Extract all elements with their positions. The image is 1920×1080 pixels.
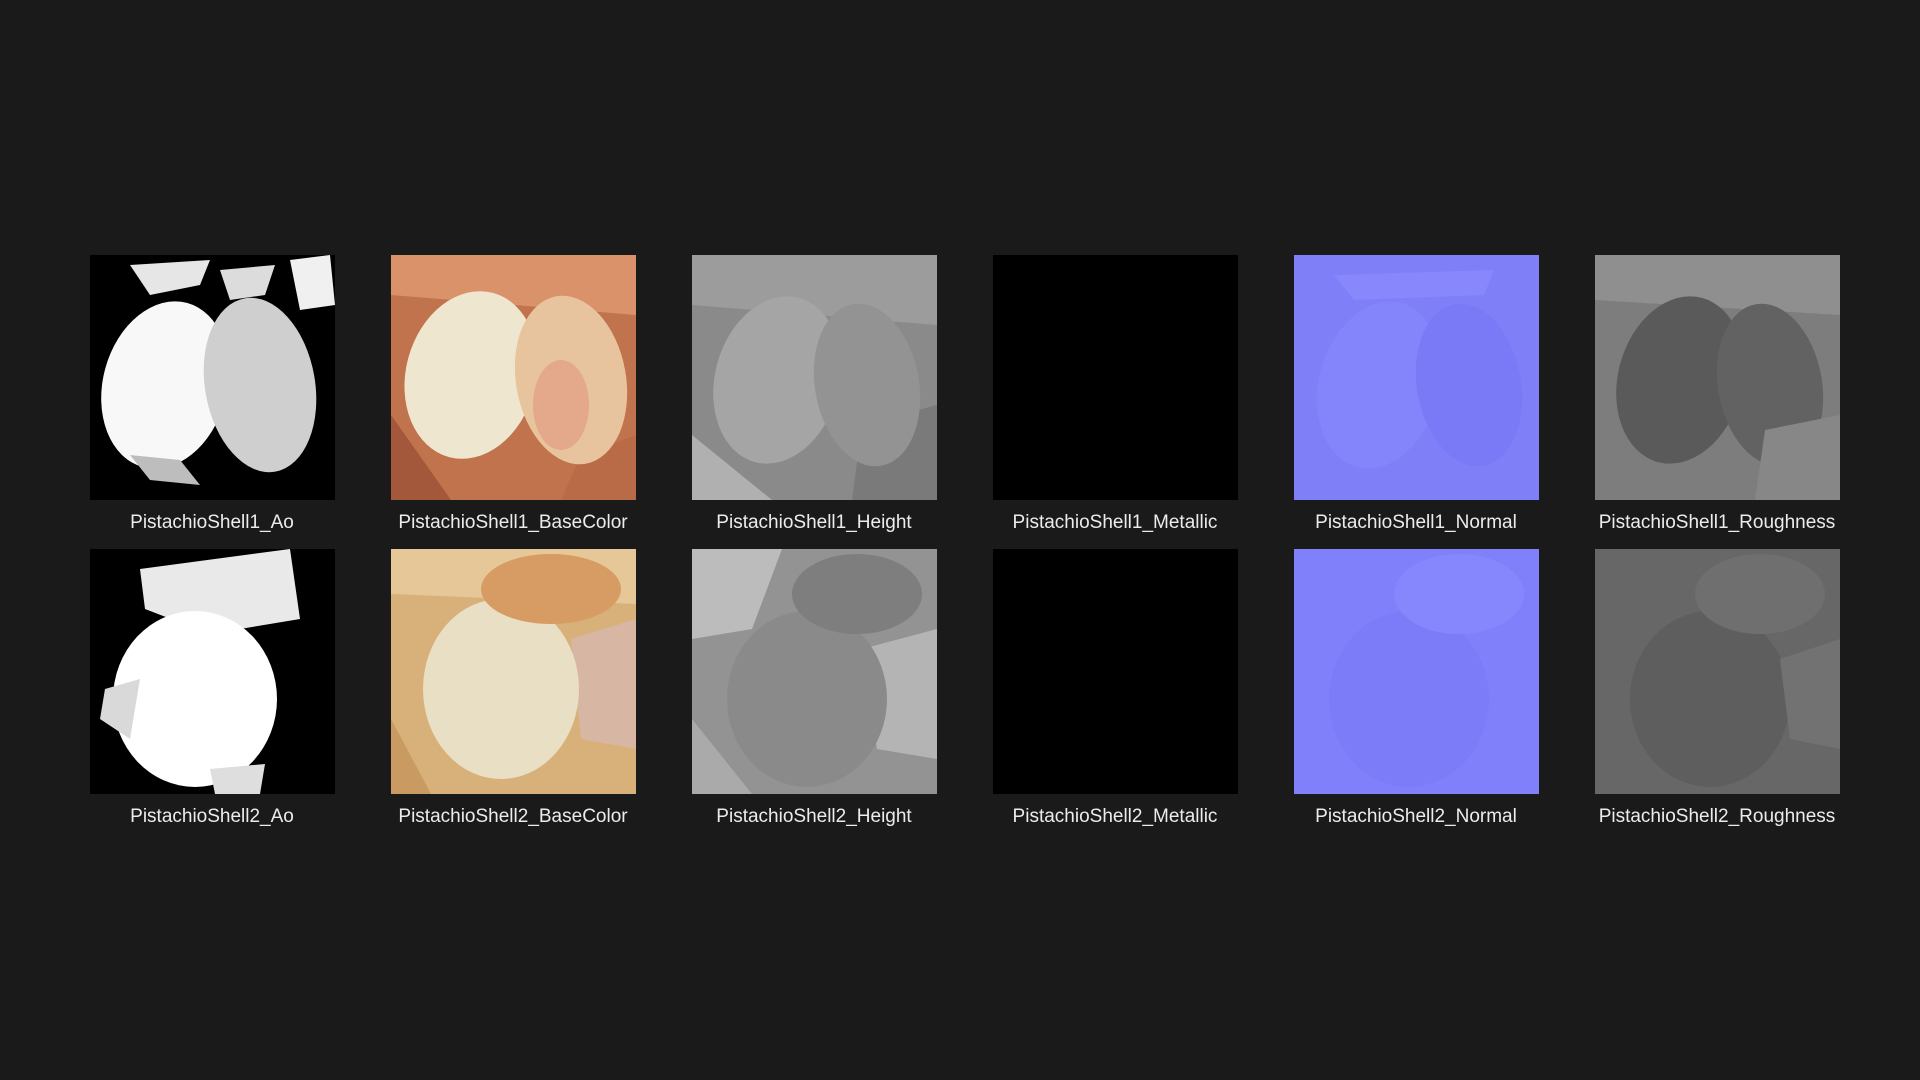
file-tile[interactable]: PistachioShell1_Ao xyxy=(82,255,342,534)
file-name: PistachioShell2_BaseColor xyxy=(398,806,628,827)
height-thumbnail xyxy=(691,255,937,500)
file-tile[interactable]: PistachioShell1_Metallic xyxy=(985,255,1245,534)
file-name: PistachioShell1_Normal xyxy=(1315,512,1517,533)
roughness-thumbnail xyxy=(1594,549,1840,794)
file-name: PistachioShell2_Roughness xyxy=(1598,806,1836,827)
file-tile[interactable]: PistachioShell1_BaseColor xyxy=(383,255,643,534)
file-tile[interactable]: PistachioShell2_Ao xyxy=(82,549,342,828)
basecolor-thumbnail xyxy=(390,549,636,794)
basecolor-thumbnail xyxy=(390,255,636,500)
file-name: PistachioShell1_BaseColor xyxy=(398,512,628,533)
file-name: PistachioShell2_Metallic xyxy=(1012,806,1218,827)
file-tile[interactable]: PistachioShell2_Normal xyxy=(1286,549,1546,828)
file-tile[interactable]: PistachioShell1_Roughness xyxy=(1587,255,1847,534)
file-tile[interactable]: PistachioShell2_BaseColor xyxy=(383,549,643,828)
file-name: PistachioShell1_Ao xyxy=(130,512,294,533)
file-tile[interactable]: PistachioShell2_Height xyxy=(684,549,944,828)
metallic-thumbnail xyxy=(992,549,1238,794)
normal-thumbnail xyxy=(1293,549,1539,794)
file-tile[interactable]: PistachioShell2_Metallic xyxy=(985,549,1245,828)
normal-thumbnail xyxy=(1293,255,1539,500)
file-name: PistachioShell2_Normal xyxy=(1315,806,1517,827)
file-grid: PistachioShell1_Ao PistachioShell1_BaseC… xyxy=(0,0,1920,1080)
ao-thumbnail xyxy=(89,549,335,794)
file-tile[interactable]: PistachioShell2_Roughness xyxy=(1587,549,1847,828)
file-name: PistachioShell1_Height xyxy=(716,512,912,533)
file-name: PistachioShell2_Ao xyxy=(130,806,294,827)
file-name: PistachioShell1_Roughness xyxy=(1598,512,1836,533)
metallic-thumbnail xyxy=(992,255,1238,500)
file-name: PistachioShell2_Height xyxy=(716,806,912,827)
file-tile[interactable]: PistachioShell1_Normal xyxy=(1286,255,1546,534)
height-thumbnail xyxy=(691,549,937,794)
ao-thumbnail xyxy=(89,255,335,500)
file-tile[interactable]: PistachioShell1_Height xyxy=(684,255,944,534)
file-name: PistachioShell1_Metallic xyxy=(1012,512,1218,533)
roughness-thumbnail xyxy=(1594,255,1840,500)
